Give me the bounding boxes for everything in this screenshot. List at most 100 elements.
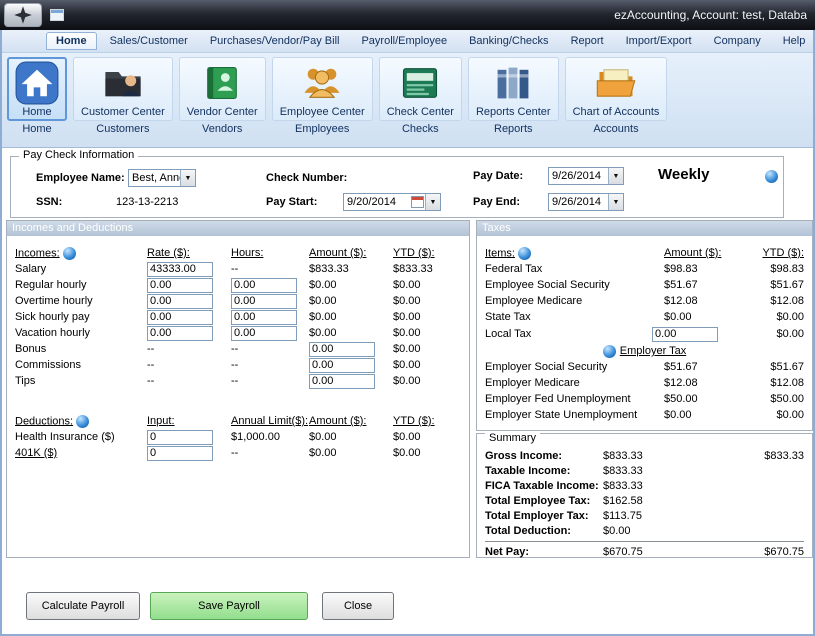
summary-label: Total Deduction: [485, 525, 603, 537]
summary-value: $0.00 [603, 525, 665, 537]
amount-col-header: Amount ($): [309, 415, 393, 427]
vendor-center-icon [200, 61, 244, 105]
pay-date-label: Pay Date: [473, 170, 523, 182]
rate-input[interactable] [147, 294, 213, 309]
vendor-center-button[interactable]: Vendor Center [179, 57, 266, 121]
employer-tax-help-globe-icon[interactable] [603, 345, 616, 358]
app-logo-button[interactable] [4, 3, 42, 27]
menu-payroll-employee[interactable]: Payroll/Employee [352, 33, 456, 49]
pay-start-datepicker[interactable]: 9/20/2014 ▼ [343, 193, 441, 211]
hours-input[interactable] [231, 326, 297, 341]
home-button[interactable]: Home [7, 57, 67, 121]
hours-input[interactable] [231, 294, 297, 309]
ytd-value: $0.00 [393, 447, 461, 459]
ytd-value: $0.00 [393, 343, 461, 355]
tax-label: Employer State Unemployment [485, 409, 664, 421]
pay-date-combo[interactable]: 9/26/2014 ▼ [548, 167, 624, 185]
tax-amount: $50.00 [664, 393, 722, 405]
toolbar-button-label: Chart of Accounts [573, 106, 660, 118]
reports-center-button[interactable]: Reports Center [468, 57, 559, 121]
chart-of-accounts-icon [594, 61, 638, 105]
menu-sales-customer[interactable]: Sales/Customer [101, 33, 197, 49]
toolbar-shortcut-customers[interactable]: Customers [96, 123, 149, 135]
local-tax-input[interactable] [652, 327, 718, 342]
customer-center-icon [101, 61, 145, 105]
pay-end-value: 9/26/2014 [549, 196, 608, 208]
deduction-input[interactable] [147, 446, 213, 461]
taxes-panel-header: Taxes [477, 221, 812, 236]
tax-amount: $12.08 [664, 377, 722, 389]
rate-input[interactable] [147, 262, 213, 277]
deductions-help-globe-icon[interactable] [76, 415, 89, 428]
summary-panel: Summary Gross Income: $833.33 $833.33 Ta… [476, 433, 813, 558]
toolbar-shortcut-vendors[interactable]: Vendors [202, 123, 242, 135]
ssn-value: 123-13-2213 [116, 196, 178, 208]
deduction-row: 401K ($) -- $0.00 $0.00 [15, 445, 461, 461]
summary-row: FICA Taxable Income: $833.33 [485, 478, 804, 493]
income-row: Commissions -- -- $0.00 [15, 357, 461, 373]
tax-ytd: $0.00 [722, 328, 804, 340]
amount-input[interactable] [309, 374, 375, 389]
paycheck-info-title: Pay Check Information [19, 149, 138, 161]
hours-value: -- [231, 343, 309, 355]
tax-amount: $98.83 [664, 263, 722, 275]
chart-of-accounts-button[interactable]: Chart of Accounts [565, 57, 668, 121]
rate-input[interactable] [147, 278, 213, 293]
tax-ytd: $98.83 [722, 263, 804, 275]
amount-input[interactable] [309, 358, 375, 373]
menu-banking-checks[interactable]: Banking/Checks [460, 33, 558, 49]
toolbar-shortcut-accounts[interactable]: Accounts [593, 123, 638, 135]
net-pay-divider [485, 541, 804, 542]
income-row: Tips -- -- $0.00 [15, 373, 461, 389]
menu-purchases-vendor[interactable]: Purchases/Vendor/Pay Bill [201, 33, 349, 49]
ytd-value: $0.00 [393, 311, 461, 323]
employee-center-button[interactable]: Employee Center [272, 57, 373, 121]
chevron-down-icon[interactable]: ▼ [425, 194, 440, 210]
help-globe-icon[interactable] [765, 170, 778, 183]
menu-home[interactable]: Home [46, 32, 97, 50]
check-center-button[interactable]: Check Center [379, 57, 462, 121]
menu-import-export[interactable]: Import/Export [617, 33, 701, 49]
save-payroll-button[interactable]: Save Payroll [150, 592, 308, 620]
menu-company[interactable]: Company [705, 33, 770, 49]
taxes-header-row: Items: Amount ($): YTD ($): [485, 245, 804, 261]
calendar-icon[interactable] [411, 196, 424, 208]
customer-center-button[interactable]: Customer Center [73, 57, 173, 121]
toolbar-shortcut-reports[interactable]: Reports [494, 123, 533, 135]
tax-row: Local Tax $0.00 [485, 325, 804, 343]
calculate-payroll-button[interactable]: Calculate Payroll [26, 592, 140, 620]
toolbar-shortcut-checks[interactable]: Checks [402, 123, 439, 135]
chevron-down-icon[interactable]: ▼ [608, 194, 623, 210]
chevron-down-icon[interactable]: ▼ [180, 170, 195, 186]
toolbar-shortcut-employees[interactable]: Employees [295, 123, 349, 135]
summary-label: Taxable Income: [485, 465, 603, 477]
toolbar-button-label: Reports Center [476, 106, 551, 118]
close-button[interactable]: Close [322, 592, 394, 620]
menu-help[interactable]: Help [774, 33, 815, 49]
menu-report[interactable]: Report [562, 33, 613, 49]
hours-value: -- [231, 375, 309, 387]
deduction-input[interactable] [147, 430, 213, 445]
summary-label: Total Employer Tax: [485, 510, 603, 522]
toolbar: Home Home Customer Center Customers Vend… [2, 53, 813, 148]
rate-value: -- [147, 375, 231, 387]
income-row: Bonus -- -- $0.00 [15, 341, 461, 357]
hours-input[interactable] [231, 310, 297, 325]
toolbar-button-label: Employee Center [280, 106, 365, 118]
tax-amount: $0.00 [664, 409, 722, 421]
employee-name-combo[interactable]: Best, Anne ▼ [128, 169, 196, 187]
amount-input[interactable] [309, 342, 375, 357]
rate-col-header: Rate ($): [147, 247, 231, 259]
check-center-icon [398, 61, 442, 105]
pay-end-combo[interactable]: 9/26/2014 ▼ [548, 193, 624, 211]
deduction-401k-link[interactable]: 401K ($) [15, 447, 147, 459]
taxes-help-globe-icon[interactable] [518, 247, 531, 260]
rate-input[interactable] [147, 310, 213, 325]
rate-input[interactable] [147, 326, 213, 341]
chevron-down-icon[interactable]: ▼ [608, 168, 623, 184]
hours-input[interactable] [231, 278, 297, 293]
incomes-panel-header: Incomes and Deductions [7, 221, 469, 236]
toolbar-shortcut-home[interactable]: Home [22, 123, 51, 135]
check-number-input[interactable] [351, 169, 436, 186]
incomes-help-globe-icon[interactable] [63, 247, 76, 260]
